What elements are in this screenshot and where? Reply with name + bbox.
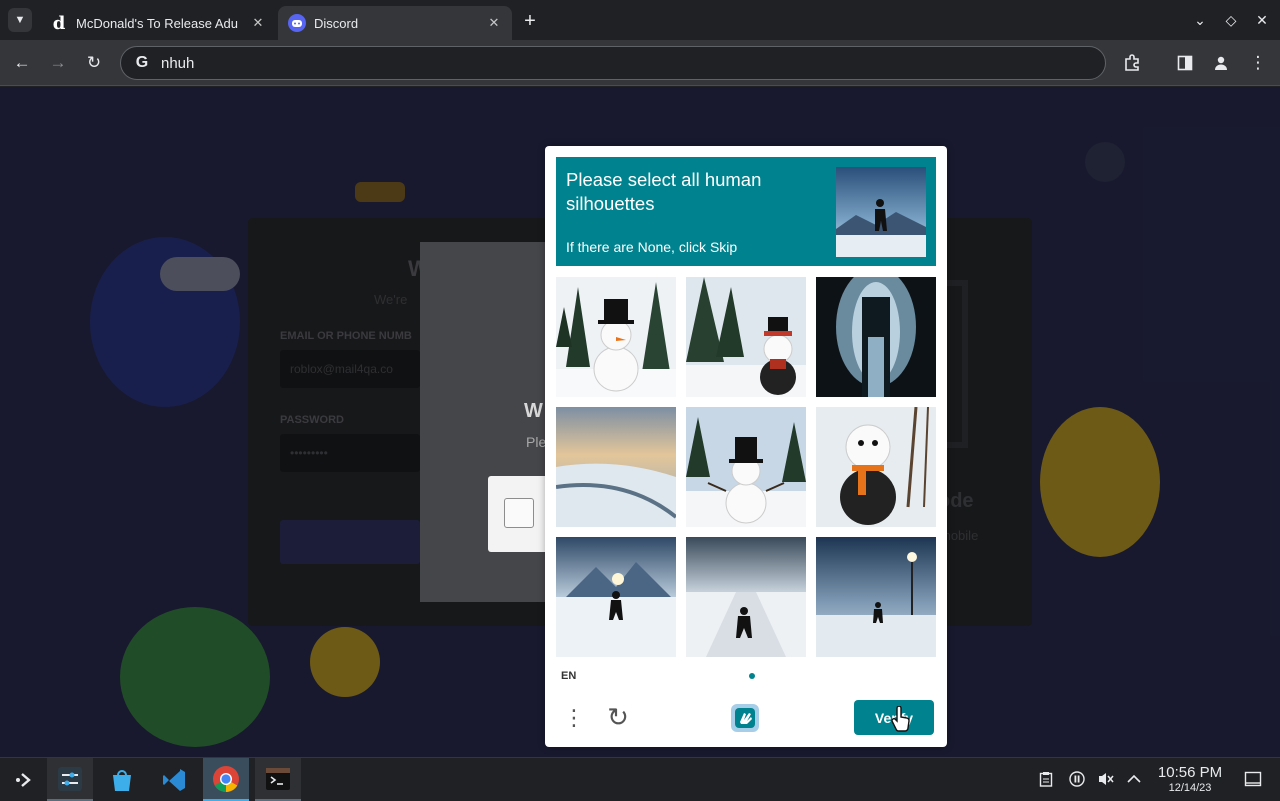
captcha-tile-2[interactable] (686, 277, 806, 397)
close-icon[interactable]: ✕ (250, 15, 266, 31)
show-desktop-icon[interactable] (1243, 769, 1263, 789)
application-launcher-icon[interactable] (0, 758, 46, 801)
more-vertical-icon[interactable]: ⋮ (1246, 51, 1270, 75)
taskbar: 10:56 PM 12/14/23 (0, 757, 1280, 801)
discover-store-icon[interactable] (99, 758, 145, 801)
tab-mcdonalds[interactable]: d McDonald's To Release Adu ✕ (40, 6, 276, 40)
back-arrow-icon[interactable]: ← (10, 51, 34, 75)
terminal-icon[interactable] (255, 758, 301, 801)
clock-date[interactable]: 12/14/23 (1150, 782, 1230, 794)
media-pause-icon[interactable] (1067, 769, 1087, 789)
side-panel-icon[interactable] (1173, 51, 1197, 75)
tab-strip: ▼ d McDonald's To Release Adu ✕ Discord … (0, 0, 1280, 40)
challenge-prompt: Please select all human silhouettes If t… (556, 157, 936, 266)
language-selector[interactable]: EN (561, 670, 576, 682)
chevron-down-icon[interactable]: ⌄ (1190, 10, 1210, 30)
address-bar[interactable]: G nhuh (120, 46, 1106, 80)
d-letter-icon: d (52, 12, 66, 34)
clipboard-icon[interactable] (1036, 769, 1056, 789)
captcha-tile-9[interactable] (816, 537, 936, 657)
more-vertical-icon[interactable]: ⋮ (563, 704, 585, 732)
captcha-checkbox-widget (488, 476, 548, 552)
tab-discord[interactable]: Discord ✕ (278, 6, 512, 40)
captcha-checkbox[interactable] (504, 498, 534, 528)
diamond-icon[interactable]: ◇ (1221, 10, 1241, 30)
captcha-tile-5[interactable] (686, 407, 806, 527)
hcaptcha-challenge: Please select all human silhouettes If t… (545, 146, 947, 747)
hand-cursor-icon (891, 705, 911, 732)
new-tab-button[interactable]: + (518, 9, 542, 33)
refresh-icon[interactable]: ↻ (603, 702, 633, 732)
forward-arrow-icon[interactable]: → (46, 51, 70, 75)
captcha-tile-7[interactable] (556, 537, 676, 657)
captcha-tile-3[interactable] (816, 277, 936, 397)
hcaptcha-logo-icon[interactable] (729, 702, 761, 734)
prompt-example-image (836, 167, 926, 257)
google-icon: G (135, 54, 149, 71)
captcha-tile-1[interactable] (556, 277, 676, 397)
chrome-icon[interactable] (203, 758, 249, 801)
tab-title: Discord (314, 15, 359, 31)
reload-icon[interactable]: ↻ (82, 51, 106, 75)
prompt-title: Please select all human silhouettes (566, 169, 762, 214)
chevron-up-icon[interactable] (1124, 769, 1144, 789)
vscode-icon[interactable] (151, 758, 197, 801)
system-settings-icon[interactable] (47, 758, 93, 801)
prompt-subtitle: If there are None, click Skip (566, 239, 738, 255)
captcha-tile-6[interactable] (816, 407, 936, 527)
chevron-down-icon: ▼ (14, 14, 26, 26)
profile-icon[interactable] (1209, 51, 1233, 75)
modal-subtext: Ple (526, 434, 547, 450)
captcha-tile-4[interactable] (556, 407, 676, 527)
close-icon[interactable]: ✕ (486, 15, 502, 31)
captcha-tile-8[interactable] (686, 537, 806, 657)
tab-search-button[interactable]: ▼ (8, 8, 32, 32)
close-window-icon[interactable]: ✕ (1252, 10, 1272, 30)
extensions-icon[interactable] (1120, 51, 1144, 75)
tab-title: McDonald's To Release Adu (76, 15, 238, 31)
discord-icon (288, 14, 306, 32)
modal-heading: W (524, 400, 543, 422)
volume-muted-icon[interactable] (1096, 769, 1116, 789)
browser-toolbar: ← → ↻ G nhuh ⋮ (0, 40, 1280, 86)
address-text: nhuh (161, 54, 195, 72)
clock-time[interactable]: 10:56 PM (1150, 764, 1230, 781)
page-indicator-dot (749, 673, 755, 679)
